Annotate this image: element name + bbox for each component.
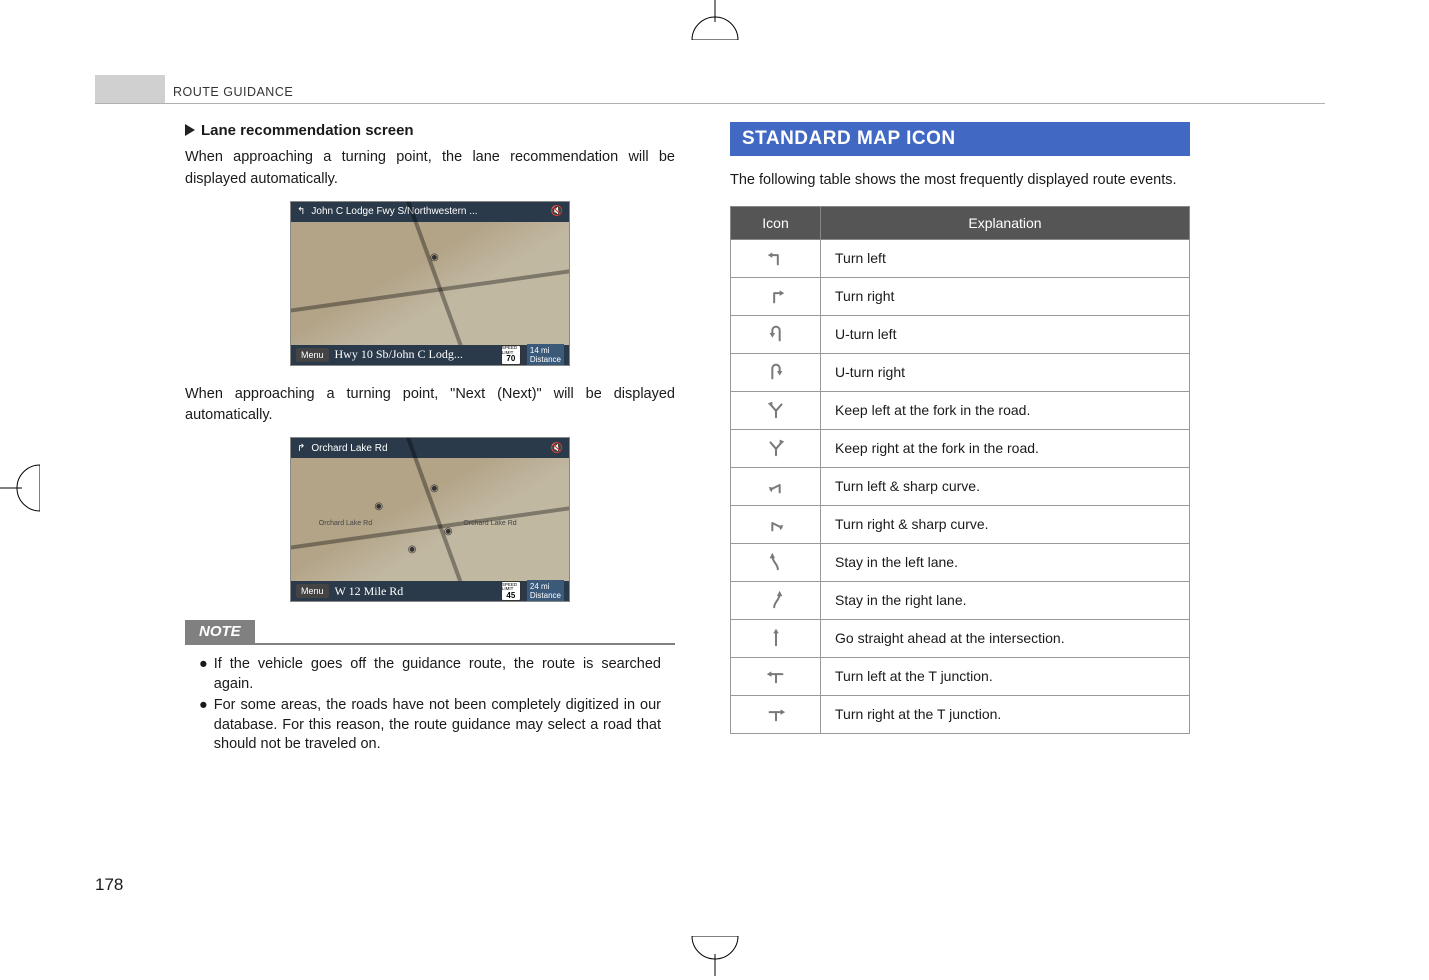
- mute-icon: 🔇: [551, 443, 563, 454]
- keep-left-fork-icon: [731, 391, 821, 429]
- note-bullet-icon: ●: [199, 696, 208, 755]
- t-junction-left-icon: [731, 657, 821, 695]
- table-row: Stay in the right lane.: [731, 581, 1190, 619]
- mute-icon: 🔇: [551, 206, 563, 217]
- icon-explanation: Keep left at the fork in the road.: [821, 391, 1190, 429]
- page-number: 178: [95, 875, 123, 895]
- icon-explanation: Stay in the right lane.: [821, 581, 1190, 619]
- t-junction-right-icon: [731, 695, 821, 733]
- stay-right-lane-icon: [731, 581, 821, 619]
- table-row: Turn left at the T junction.: [731, 657, 1190, 695]
- shot1-dist-tile: 14 mi Distance: [527, 344, 564, 366]
- turn-arrow-icon: ↱: [297, 443, 305, 454]
- table-row: Turn right: [731, 277, 1190, 315]
- shot2-orchard-label-2: Orchard Lake Rd: [463, 520, 516, 527]
- lane-rec-heading: Lane recommendation screen: [185, 122, 675, 139]
- crop-mark-bottom: [680, 936, 750, 980]
- triangle-bullet-icon: [185, 124, 195, 136]
- icon-explanation: Turn right: [821, 277, 1190, 315]
- keep-right-fork-icon: [731, 429, 821, 467]
- page: ROUTE GUIDANCE Lane recommendation scree…: [95, 70, 1325, 767]
- shot2-dist-tile: 24 mi Distance: [527, 580, 564, 602]
- header-grey-bar: [95, 75, 165, 103]
- note-box: NOTE ● If the vehicle goes off the guida…: [185, 620, 675, 767]
- table-row: U-turn left: [731, 315, 1190, 353]
- table-row: Turn left: [731, 239, 1190, 277]
- table-row: Keep left at the fork in the road.: [731, 391, 1190, 429]
- shot2-orchard-label: Orchard Lake Rd: [319, 520, 372, 527]
- note-item-text: If the vehicle goes off the guidance rou…: [214, 655, 661, 694]
- crop-mark-top: [680, 0, 750, 44]
- running-head: ROUTE GUIDANCE: [95, 70, 1325, 104]
- note-item: ● For some areas, the roads have not bee…: [199, 696, 661, 755]
- note-item-text: For some areas, the roads have not been …: [214, 696, 661, 755]
- turn-left-icon: [731, 239, 821, 277]
- poi-marker-icon: ◉: [408, 544, 417, 555]
- shot2-menu-btn: Menu: [296, 584, 329, 598]
- table-row: Stay in the left lane.: [731, 543, 1190, 581]
- lane-rec-para2: When approaching a turning point, "Next …: [185, 384, 675, 428]
- table-row: Turn right at the T junction.: [731, 695, 1190, 733]
- icon-explanation: U-turn right: [821, 353, 1190, 391]
- poi-marker-icon: ◉: [374, 501, 383, 512]
- icon-explanation: Turn right at the T junction.: [821, 695, 1190, 733]
- icon-explanation: Turn left at the T junction.: [821, 657, 1190, 695]
- icon-explanation: Turn right & sharp curve.: [821, 505, 1190, 543]
- shot2-title: Orchard Lake Rd: [311, 443, 387, 454]
- turn-right-sharp-icon: [731, 505, 821, 543]
- uturn-left-icon: [731, 315, 821, 353]
- poi-marker-icon: ◉: [430, 252, 439, 263]
- table-row: Go straight ahead at the intersection.: [731, 619, 1190, 657]
- note-bullet-icon: ●: [199, 655, 208, 694]
- turn-arrow-icon: ↰: [297, 206, 305, 217]
- standard-map-icon-intro: The following table shows the most frequ…: [730, 170, 1190, 192]
- icon-explanation: Keep right at the fork in the road.: [821, 429, 1190, 467]
- icon-explanation: Go straight ahead at the intersection.: [821, 619, 1190, 657]
- shot1-road: Hwy 10 Sb/John C Lodg...: [335, 347, 463, 362]
- lane-rec-para1: When approaching a turning point, the la…: [185, 147, 675, 191]
- poi-marker-icon: ◉: [430, 483, 439, 494]
- table-row: Turn right & sharp curve.: [731, 505, 1190, 543]
- table-row: Keep right at the fork in the road.: [731, 429, 1190, 467]
- turn-left-sharp-icon: [731, 467, 821, 505]
- table-row: U-turn right: [731, 353, 1190, 391]
- table-row: Turn left & sharp curve.: [731, 467, 1190, 505]
- shot2-road: W 12 Mile Rd: [335, 584, 404, 599]
- standard-map-icon-heading: STANDARD MAP ICON: [730, 122, 1190, 156]
- icon-explanation: Turn left & sharp curve.: [821, 467, 1190, 505]
- th-explanation: Explanation: [821, 206, 1190, 239]
- uturn-right-icon: [731, 353, 821, 391]
- poi-marker-icon: ◉: [444, 526, 453, 537]
- shot1-title: John C Lodge Fwy S/Northwestern ...: [311, 206, 477, 217]
- left-column: Lane recommendation screen When approach…: [185, 122, 675, 767]
- shot1-menu-btn: Menu: [296, 348, 329, 362]
- running-head-title: ROUTE GUIDANCE: [173, 85, 293, 103]
- go-straight-icon: [731, 619, 821, 657]
- turn-right-icon: [731, 277, 821, 315]
- shot2-speed-sign: SPEED LIMIT 45: [501, 581, 521, 601]
- map-icon-table: Icon Explanation Turn left Turn right: [730, 206, 1190, 734]
- stay-left-lane-icon: [731, 543, 821, 581]
- shot1-speed-sign: SPEED LIMIT 70: [501, 345, 521, 365]
- note-item: ● If the vehicle goes off the guidance r…: [199, 655, 661, 694]
- th-icon: Icon: [731, 206, 821, 239]
- icon-explanation: Stay in the left lane.: [821, 543, 1190, 581]
- icon-explanation: Turn left: [821, 239, 1190, 277]
- lane-rec-heading-text: Lane recommendation screen: [201, 122, 414, 139]
- right-column: STANDARD MAP ICON The following table sh…: [730, 122, 1230, 767]
- note-label: NOTE: [185, 620, 255, 643]
- nav-screenshot-1: ↰ John C Lodge Fwy S/Northwestern ... 🔇 …: [290, 201, 570, 366]
- nav-screenshot-2: ↱ Orchard Lake Rd 🔇 250 ft Next ◉ ◉ ◉ ◉ …: [290, 437, 570, 602]
- crop-mark-left: [0, 453, 40, 527]
- icon-explanation: U-turn left: [821, 315, 1190, 353]
